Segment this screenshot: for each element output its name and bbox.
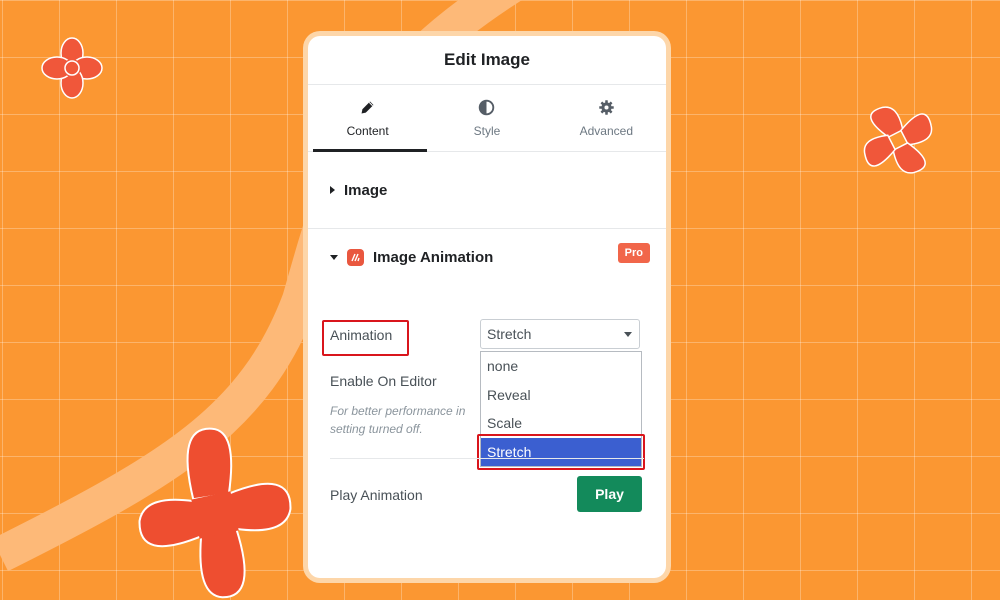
caret-right-icon xyxy=(330,186,335,194)
enable-on-editor-label: Enable On Editor xyxy=(330,373,437,389)
section-animation-label: Image Animation xyxy=(373,248,494,266)
tab-style-label: Style xyxy=(473,123,501,138)
pencil-icon xyxy=(361,101,374,113)
tab-style[interactable]: Style xyxy=(427,85,546,151)
animation-label: Animation xyxy=(330,327,393,343)
section-image-toggle[interactable]: Image xyxy=(308,152,666,229)
animation-icon xyxy=(347,248,364,266)
flower-shape-top-left xyxy=(41,37,103,99)
edit-image-panel: Edit Image Content Style Advanced Image … xyxy=(308,36,666,578)
performance-note-line-1: For better performance in xyxy=(330,404,466,418)
chevron-down-icon xyxy=(624,332,632,337)
option-reveal[interactable]: Reveal xyxy=(481,381,641,410)
stretch-option-highlight xyxy=(477,434,645,470)
tab-advanced-label: Advanced xyxy=(579,123,633,138)
gear-icon xyxy=(599,99,614,115)
performance-note-line-2: setting turned off. xyxy=(330,422,423,436)
panel-tabs: Content Style Advanced xyxy=(308,85,666,152)
animation-select-value: Stretch xyxy=(487,326,532,342)
divider xyxy=(330,458,644,459)
play-button[interactable]: Play xyxy=(577,476,642,512)
animation-select[interactable]: Stretch xyxy=(480,319,640,349)
tab-content-label: Content xyxy=(346,123,389,138)
caret-down-icon xyxy=(330,254,338,260)
clover-shape-bottom-left xyxy=(138,427,292,599)
performance-note: For better performance in setting turned… xyxy=(330,402,480,438)
section-image-animation-toggle[interactable]: Image Animation Pro xyxy=(308,229,666,285)
pro-badge: Pro xyxy=(617,243,650,263)
section-image-label: Image xyxy=(344,181,388,199)
tab-advanced[interactable]: Advanced xyxy=(547,85,666,151)
play-animation-label: Play Animation xyxy=(330,487,423,503)
panel-title: Edit Image xyxy=(308,36,666,85)
clover-shape-right xyxy=(863,106,933,174)
option-none[interactable]: none xyxy=(481,352,641,381)
tab-content[interactable]: Content xyxy=(308,85,428,152)
half-circle-icon xyxy=(479,99,495,115)
